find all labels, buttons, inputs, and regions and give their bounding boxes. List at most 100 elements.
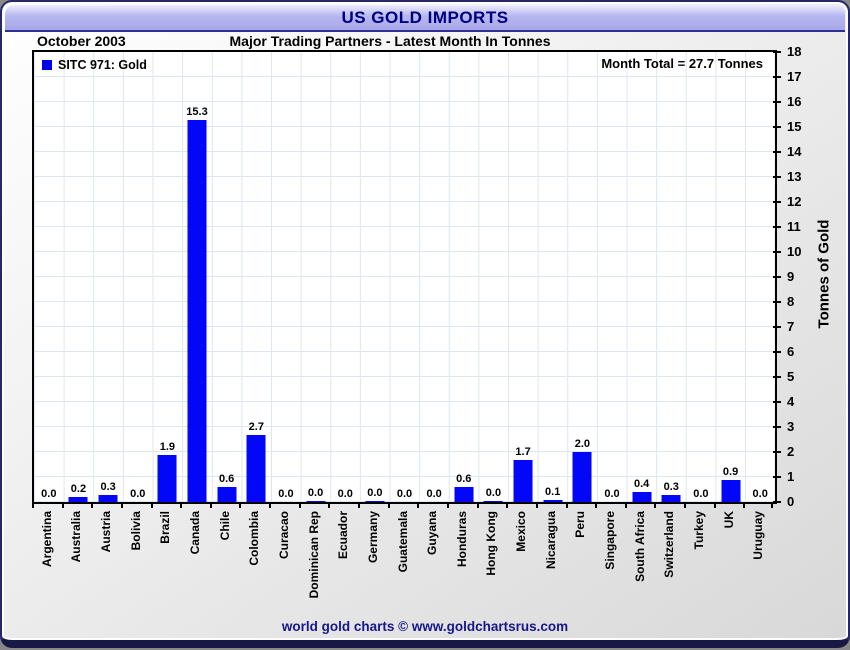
bar-column: 2.0 [568,52,598,502]
y-tick-mark [773,101,781,103]
bar-value-label: 1.7 [515,445,531,458]
x-category-label: Singapore [602,511,617,570]
bar-value-label: 0.0 [693,488,709,500]
bar-column: 0.0 [597,52,627,502]
bar-value-label: 0.9 [722,465,739,478]
bar-column: 0.4 [627,52,657,502]
bar-column: 0.0 [745,52,775,502]
bar-value-label: 0.0 [278,488,294,500]
y-tick-mark [773,451,781,453]
bar-column: 1.7 [508,52,538,502]
bar-column: 0.0 [360,52,390,502]
bar-column: 0.0 [301,52,331,502]
bar-value-label: 0.0 [396,488,413,500]
bar-column: 0.0 [686,52,716,502]
bar [721,479,741,502]
x-category-label: Honduras [454,511,469,568]
y-tick-label: 15 [787,119,802,134]
bar-column: 0.0 [419,52,449,502]
y-tick-mark [773,426,781,428]
y-tick-label: 1 [787,469,795,484]
window-titlebar: US GOLD IMPORTS [5,5,845,32]
y-tick-label: 6 [787,344,795,359]
page-title: US GOLD IMPORTS [341,8,509,27]
x-category-label: Turkey [691,511,706,550]
y-tick-label: 11 [787,219,801,234]
y-tick-mark [773,326,781,328]
y-tick-mark [773,276,781,278]
bar-value-label: 1.9 [159,440,176,453]
x-category-label: Australia [69,511,84,563]
bars-container: 0.0 0.2 0.3 0.0 1.9 15.3 0.6 2.7 0.0 0.0 0.0 0.0 0.0… [34,52,775,502]
y-tick-label: 2 [787,444,795,459]
y-tick-label: 9 [787,269,795,284]
y-tick-mark [773,251,781,253]
bar-column: 2.7 [241,52,271,502]
y-tick-mark [773,51,781,53]
y-tick-label: 16 [787,94,802,109]
bar-column: 0.9 [716,52,746,502]
bar-column: 0.0 [123,52,153,502]
bar [661,494,681,502]
x-category-label: Argentina [39,511,54,568]
x-category-label: Guyana [425,511,440,556]
bar-value-label: 0.6 [219,473,235,485]
bar-column: 0.2 [64,52,94,502]
bar-value-label: 0.6 [456,473,472,485]
bar-value-label: 2.7 [248,420,264,433]
y-axis-title: Tonnes of Gold [815,219,833,329]
x-category-label: Brazil [158,511,173,544]
x-category-label: Austria [99,511,114,553]
y-tick-mark [773,376,781,378]
y-tick-label: 4 [787,394,795,409]
y-tick-label: 12 [787,194,802,209]
y-tick-label: 7 [787,319,795,334]
y-tick-mark [773,176,781,178]
bar-column: 0.0 [390,52,420,502]
bar-value-label: 0.3 [663,480,679,493]
x-axis-labels: Argentina Australia Austria Bolivia Brazil Ca… [32,505,773,617]
bar-value-label: 0.1 [545,485,561,498]
bar-column: 1.9 [153,52,183,502]
y-tick-mark [773,151,781,153]
chart-window: US GOLD IMPORTS October 2003 Major Tradi… [0,0,850,648]
chart-subtitle: Major Trading Partners - Latest Month In… [229,33,551,49]
bar-column: 0.0 [34,52,64,502]
bar [572,452,592,502]
y-tick-mark [773,401,781,403]
y-tick-label: 13 [787,169,802,184]
x-category-label: Chile [217,511,232,541]
x-category-label: UK [721,511,736,529]
bar-value-label: 0.4 [633,478,650,490]
bar [217,487,237,502]
footer-credit: world gold charts © www.goldchartsrus.co… [281,619,569,634]
legend: SITC 971: Gold [42,58,147,72]
bar-column: 0.1 [538,52,568,502]
x-category-label: Guatemala [395,511,410,573]
bar-value-label: 0.2 [70,483,87,495]
bar-column: 15.3 [182,52,212,502]
bar-column: 0.3 [93,52,123,502]
bar-value-label: 15.3 [186,105,208,118]
y-tick-label: 8 [787,294,795,309]
bar [246,434,266,502]
bar-value-label: 2.0 [574,438,590,451]
y-tick-label: 18 [787,44,802,59]
y-tick-mark [773,226,781,228]
bar-value-label: 0.0 [41,488,57,500]
x-category-label: Canada [188,511,203,555]
x-category-label: Switzerland [662,511,677,578]
bar-value-label: 0.0 [367,487,383,499]
x-category-label: Curacao [276,511,291,560]
x-category-label: Germany [365,511,380,564]
x-category-label: Hong Kong [484,511,499,576]
x-category-label: Uruguay [751,511,766,560]
y-tick-label: 3 [787,419,795,434]
y-tick-label: 14 [787,144,802,159]
bar-value-label: 0.0 [426,488,442,500]
x-category-label: Nicaragua [543,511,558,570]
y-tick-label: 5 [787,369,795,384]
y-tick-label: 17 [787,69,802,84]
x-category-label: Dominican Rep [306,511,321,599]
bar-value-label: 0.0 [752,488,768,500]
